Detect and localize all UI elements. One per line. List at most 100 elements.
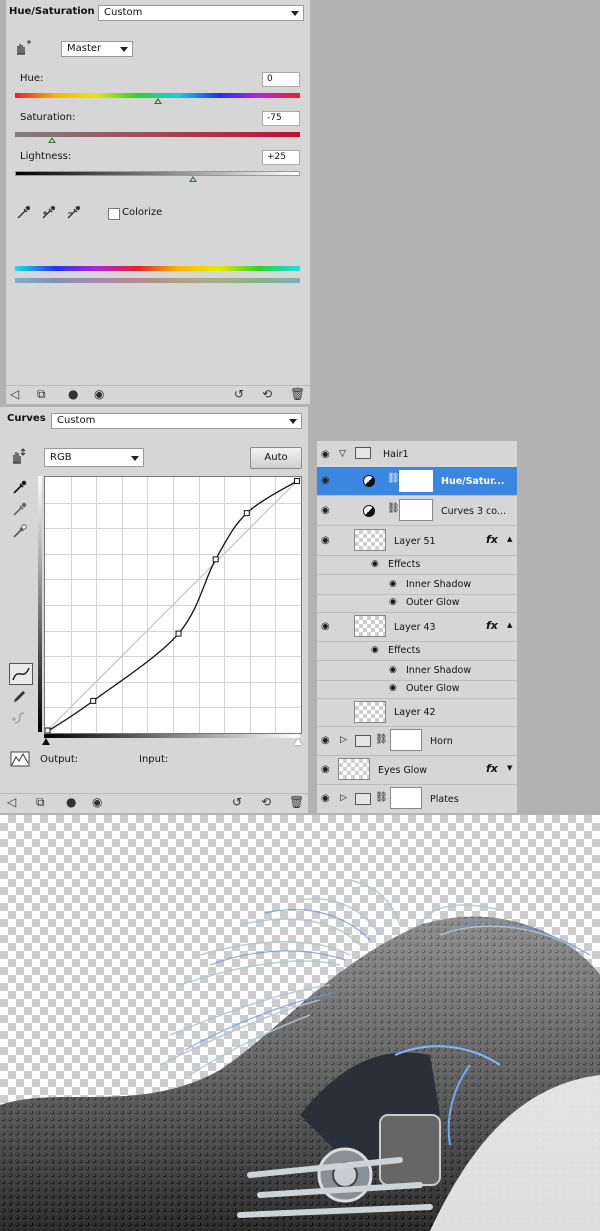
collapsed-triangle-icon[interactable]: ▷ (340, 735, 347, 745)
curves-plot[interactable] (44, 476, 302, 734)
lightness-value-field[interactable]: +25 (262, 150, 300, 165)
document-canvas[interactable] (0, 815, 600, 1231)
curve-control-point[interactable] (175, 630, 182, 637)
collapse-effects-icon[interactable]: ▲ (507, 535, 512, 543)
expand-effects-icon[interactable]: ▼ (507, 764, 512, 772)
back-arrow-icon[interactable]: ◁ (7, 796, 16, 809)
add-to-sample-eyedropper-icon[interactable] (41, 204, 57, 223)
saturation-value-field[interactable]: -75 (262, 111, 300, 126)
eye-icon[interactable]: ◉ (389, 665, 397, 675)
pencil-icon[interactable] (12, 688, 28, 707)
channel-dropdown[interactable]: Master (61, 41, 133, 57)
reset-icon[interactable]: ⟲ (262, 388, 272, 401)
effect-row-inner-shadow[interactable]: ◉ Inner Shadow (317, 574, 517, 595)
reset-view-icon[interactable]: ↺ (234, 388, 244, 401)
layer-row-layer-43[interactable]: ◉ Layer 43 fx ▲ (317, 612, 517, 642)
fx-icon[interactable]: fx (486, 619, 498, 632)
layer-name: Curves 3 co... (441, 506, 506, 517)
trash-icon[interactable]: 🗑 (290, 388, 305, 401)
curves-channel-dropdown[interactable]: RGB (44, 448, 144, 467)
eye-icon[interactable]: ◉ (321, 475, 330, 486)
view-previous-icon[interactable]: ● (66, 796, 76, 809)
eye-icon[interactable]: ◉ (389, 579, 397, 589)
layer-row-eyes-glow[interactable]: ◉ Eyes Glow fx ▼ (317, 755, 517, 785)
histogram-clipping-icon[interactable] (10, 751, 30, 770)
black-point-eyedropper-icon[interactable] (12, 479, 28, 498)
effect-row-inner-shadow[interactable]: ◉ Inner Shadow (317, 660, 517, 681)
mask-thumbnail[interactable] (399, 470, 433, 492)
curve-control-point[interactable] (90, 697, 97, 704)
lightness-slider-track[interactable] (15, 171, 300, 176)
layer-row-hair1[interactable]: ◉ ▽ Hair1 (317, 441, 517, 468)
mask-thumbnail[interactable] (390, 787, 422, 809)
fx-icon[interactable]: fx (486, 762, 498, 775)
eye-icon[interactable]: ◉ (321, 535, 330, 546)
white-point-slider[interactable] (294, 738, 302, 745)
gray-point-eyedropper-icon[interactable] (12, 501, 28, 520)
mask-thumbnail[interactable] (399, 499, 433, 521)
reset-icon[interactable]: ⟲ (261, 796, 271, 809)
curve-control-point[interactable] (293, 478, 300, 485)
eye-icon[interactable]: ◉ (321, 505, 330, 516)
eye-icon[interactable]: ◉ (389, 683, 397, 693)
saturation-slider-handle[interactable] (48, 137, 56, 143)
clip-to-layer-icon[interactable]: ⧉ (37, 388, 46, 401)
eye-icon[interactable]: ◉ (321, 764, 330, 775)
eye-icon[interactable]: ◉ (321, 449, 330, 460)
white-point-eyedropper-icon[interactable] (12, 523, 28, 542)
reset-view-icon[interactable]: ↺ (232, 796, 242, 809)
trash-icon[interactable]: 🗑 (289, 796, 304, 809)
hue-slider-handle[interactable] (154, 98, 162, 104)
curves-preset-dropdown[interactable]: Custom (51, 413, 302, 429)
hue-saturation-preset-dropdown[interactable]: Custom (98, 5, 304, 21)
eye-icon[interactable]: ◉ (321, 793, 330, 804)
black-point-slider[interactable] (42, 738, 50, 745)
curves-graph[interactable] (44, 476, 302, 734)
layer-thumbnail[interactable] (354, 529, 386, 551)
effects-label: Effects (388, 645, 421, 656)
eye-icon[interactable]: ◉ (92, 796, 102, 809)
back-arrow-icon[interactable]: ◁ (10, 388, 19, 401)
curve-control-point[interactable] (44, 727, 51, 734)
layer-thumbnail[interactable] (338, 758, 370, 780)
view-previous-icon[interactable]: ● (68, 388, 78, 401)
effect-row-outer-glow[interactable]: ◉ Outer Glow (317, 679, 517, 699)
eye-icon[interactable]: ◉ (321, 621, 330, 632)
fx-icon[interactable]: fx (486, 533, 498, 546)
layer-effects-row[interactable]: ◉ Effects (317, 641, 517, 660)
layer-row-layer-42[interactable]: Layer 42 (317, 698, 517, 727)
eye-icon[interactable]: ◉ (321, 735, 330, 746)
saturation-slider-track[interactable] (15, 132, 300, 137)
hue-value-field[interactable]: 0 (262, 72, 300, 87)
curve-control-point[interactable] (243, 510, 250, 517)
expand-triangle-icon[interactable]: ▽ (339, 449, 346, 459)
layer-row-plates[interactable]: ◉ ▷ ⛓ Plates (317, 784, 517, 813)
auto-button[interactable]: Auto (250, 447, 302, 469)
eye-icon[interactable]: ◉ (371, 559, 379, 569)
clip-to-layer-icon[interactable]: ⧉ (36, 796, 45, 809)
colorize-checkbox[interactable] (108, 208, 120, 220)
layer-row-curves[interactable]: ◉ ⛓ Curves 3 co... (317, 495, 517, 526)
layer-thumbnail[interactable] (354, 615, 386, 637)
eye-icon[interactable]: ◉ (371, 645, 379, 655)
lightness-slider-handle[interactable] (189, 176, 197, 182)
eyedropper-icon[interactable] (16, 204, 32, 223)
mask-thumbnail[interactable] (390, 729, 422, 751)
curve-control-point[interactable] (212, 556, 219, 563)
curve-point-tool-icon[interactable] (9, 663, 33, 685)
collapsed-triangle-icon[interactable]: ▷ (340, 793, 347, 803)
layer-row-layer-51[interactable]: ◉ Layer 51 fx ▲ (317, 525, 517, 556)
eye-icon[interactable]: ◉ (94, 388, 104, 401)
layer-row-horn[interactable]: ◉ ▷ ⛓ Horn (317, 726, 517, 756)
eye-icon[interactable]: ◉ (389, 597, 397, 607)
layers-panel: ◉ ▽ Hair1 ◉ ⛓ Hue/Satur... ◉ ⛓ Curves 3 … (317, 441, 517, 813)
targeted-adjustment-icon[interactable] (10, 447, 28, 468)
layer-thumbnail[interactable] (354, 701, 386, 723)
effect-row-outer-glow[interactable]: ◉ Outer Glow (317, 593, 517, 613)
hue-saturation-title: Hue/Saturation (9, 6, 95, 17)
layer-effects-row[interactable]: ◉ Effects (317, 555, 517, 574)
targeted-adjustment-icon[interactable] (14, 40, 32, 56)
layer-row-hue-saturation[interactable]: ◉ ⛓ Hue/Satur... (317, 467, 517, 496)
subtract-from-sample-eyedropper-icon[interactable] (66, 204, 82, 223)
collapse-effects-icon[interactable]: ▲ (507, 621, 512, 629)
